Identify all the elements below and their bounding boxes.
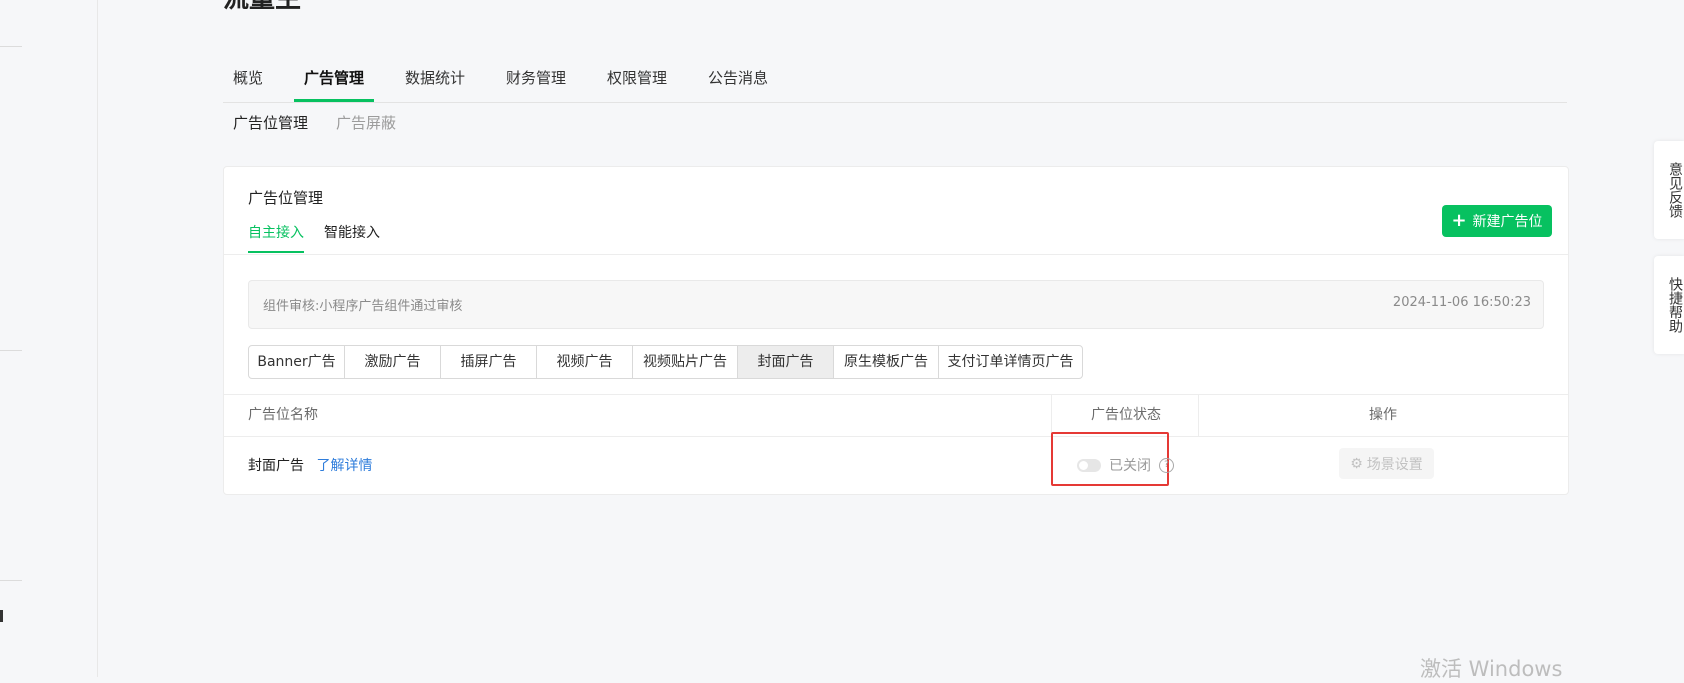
new-ad-slot-button[interactable]: + 新建广告位 bbox=[1442, 205, 1552, 237]
tab-ad-management[interactable]: 广告管理 bbox=[294, 60, 375, 102]
notice-time: 2024-11-06 16:50:23 bbox=[1392, 295, 1531, 310]
header-slot-status: 广告位状态 bbox=[1091, 407, 1161, 423]
page-title: 流量主 bbox=[223, 0, 301, 15]
ad-type-video[interactable]: 视频广告 bbox=[537, 346, 633, 378]
ad-slot-card: 广告位管理 自主接入 智能接入 + 新建广告位 组件审核:小程序广告组件通过审核… bbox=[223, 166, 1569, 495]
table-header: 广告位名称 广告位状态 操作 bbox=[224, 394, 1568, 437]
review-notice: 组件审核:小程序广告组件通过审核 2024-11-06 16:50:23 bbox=[248, 280, 1544, 329]
ad-type-banner[interactable]: Banner广告 bbox=[249, 346, 345, 378]
tab-smart-access[interactable]: 智能接入 bbox=[324, 221, 380, 253]
windows-activation-watermark: 激活 Windows bbox=[1420, 657, 1563, 681]
ad-type-video-patch[interactable]: 视频贴片广告 bbox=[633, 346, 738, 378]
column-separator bbox=[1198, 395, 1199, 436]
quick-help-button[interactable]: 快捷帮助 bbox=[1654, 256, 1684, 354]
status-text: 已关闭 bbox=[1109, 458, 1151, 474]
feedback-button[interactable]: 意见反馈 bbox=[1654, 141, 1684, 239]
status-cell: 已关闭 ? bbox=[1077, 455, 1174, 475]
subtab-ad-blocking[interactable]: 广告屏蔽 bbox=[326, 112, 406, 133]
scene-settings-button[interactable]: ⚙ 场景设置 bbox=[1339, 448, 1434, 479]
tab-finance[interactable]: 财务管理 bbox=[496, 60, 576, 101]
card-divider bbox=[224, 254, 1568, 255]
ad-type-interstitial[interactable]: 插屏广告 bbox=[441, 346, 537, 378]
column-separator bbox=[1051, 395, 1052, 436]
ad-type-selector: Banner广告 激励广告 插屏广告 视频广告 视频贴片广告 封面广告 原生模板… bbox=[248, 345, 1083, 379]
tab-permissions[interactable]: 权限管理 bbox=[597, 60, 677, 101]
ad-type-cover[interactable]: 封面广告 bbox=[738, 346, 834, 378]
sidebar-divider bbox=[0, 46, 22, 47]
ad-type-native-template[interactable]: 原生模板广告 bbox=[834, 346, 939, 378]
status-toggle[interactable] bbox=[1077, 458, 1101, 472]
slot-name: 封面广告 bbox=[248, 458, 304, 474]
subtab-ad-slot-management[interactable]: 广告位管理 bbox=[223, 112, 318, 133]
tab-overview[interactable]: 概览 bbox=[223, 60, 273, 101]
tab-announcements[interactable]: 公告消息 bbox=[698, 60, 778, 101]
left-sidebar bbox=[0, 0, 98, 677]
tab-data-statistics[interactable]: 数据统计 bbox=[395, 60, 475, 101]
card-title: 广告位管理 bbox=[248, 189, 324, 207]
table-row: 封面广告 了解详情 已关闭 ? ⚙ 场景设置 bbox=[224, 432, 1568, 493]
sidebar-indicator bbox=[0, 610, 3, 622]
tab-self-access[interactable]: 自主接入 bbox=[248, 221, 304, 253]
header-actions: 操作 bbox=[1369, 407, 1397, 423]
question-icon[interactable]: ? bbox=[1159, 457, 1174, 473]
sidebar-divider bbox=[0, 580, 22, 581]
slot-name-cell: 封面广告 了解详情 bbox=[248, 455, 372, 475]
new-ad-slot-label: 新建广告位 bbox=[1472, 214, 1543, 230]
gear-icon: ⚙ bbox=[1350, 455, 1363, 472]
scene-settings-label: 场景设置 bbox=[1366, 456, 1423, 473]
sidebar-divider bbox=[0, 350, 22, 351]
plus-icon: + bbox=[1451, 210, 1467, 231]
notice-text: 组件审核:小程序广告组件通过审核 bbox=[263, 299, 463, 314]
ad-type-rewarded[interactable]: 激励广告 bbox=[345, 346, 441, 378]
header-slot-name: 广告位名称 bbox=[248, 407, 318, 423]
ad-type-payment-order[interactable]: 支付订单详情页广告 bbox=[939, 346, 1082, 378]
learn-more-link[interactable]: 了解详情 bbox=[316, 458, 372, 474]
main-tabs: 概览 广告管理 数据统计 财务管理 权限管理 公告消息 bbox=[223, 60, 1567, 103]
